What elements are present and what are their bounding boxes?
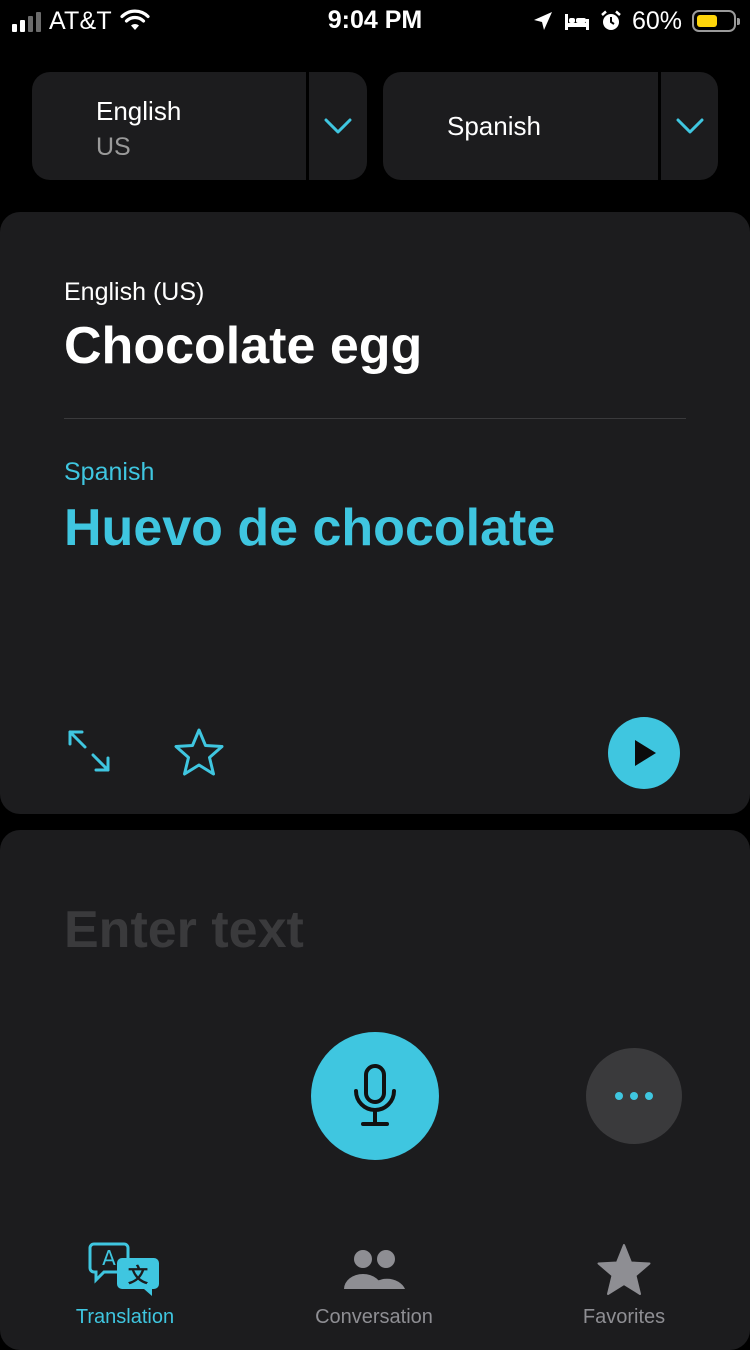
tab-translation[interactable]: A 文 Translation (0, 1240, 250, 1334)
play-icon (635, 740, 656, 766)
svg-text:文: 文 (128, 1263, 149, 1287)
target-language-label: Spanish (64, 458, 155, 486)
status-bar: AT&T 9:04 PM 60% (0, 0, 750, 44)
sleep-bed-icon (564, 14, 589, 30)
source-language-name: English (96, 96, 182, 126)
battery-fill (697, 15, 717, 27)
tab-favorites-label: Favorites (582, 1306, 666, 1328)
status-right: 60% (532, 6, 740, 36)
more-icon (615, 1092, 623, 1100)
svg-text:A: A (102, 1246, 116, 1270)
target-language-dropdown[interactable] (661, 72, 718, 180)
play-button[interactable] (608, 717, 680, 789)
source-language-selector[interactable]: English US (32, 72, 367, 180)
source-language-region: US (96, 133, 131, 161)
text-input-placeholder[interactable]: Enter text (64, 900, 304, 960)
more-button[interactable] (586, 1048, 682, 1144)
divider (64, 418, 686, 419)
chevron-down-icon (676, 118, 703, 134)
tab-favorites[interactable]: Favorites (499, 1240, 749, 1334)
expand-icon[interactable] (66, 728, 112, 774)
favorites-star-icon (597, 1244, 651, 1295)
conversation-icon (344, 1250, 405, 1289)
chevron-down-icon (324, 118, 352, 134)
tab-conversation[interactable]: Conversation (249, 1240, 499, 1334)
source-language-button[interactable]: English US (32, 72, 306, 180)
battery-percent: 60% (631, 6, 682, 35)
alarm-icon (601, 10, 621, 30)
translation-card: English (US) Chocolate egg Spanish Huevo… (0, 212, 750, 814)
favorite-star-icon[interactable] (173, 727, 225, 777)
microphone-icon (354, 1064, 396, 1126)
source-text[interactable]: Chocolate egg (64, 316, 422, 376)
target-language-name: Spanish (447, 111, 541, 141)
source-language-dropdown[interactable] (309, 72, 367, 180)
source-language-label: English (US) (64, 278, 205, 306)
location-icon (533, 12, 552, 30)
battery-icon (692, 10, 740, 32)
translated-text[interactable]: Huevo de chocolate (64, 498, 555, 558)
tab-translation-label: Translation (75, 1306, 175, 1328)
microphone-button[interactable] (311, 1032, 439, 1160)
translation-icon: A 文 (88, 1242, 159, 1296)
tab-conversation-label: Conversation (315, 1306, 433, 1328)
target-language-button[interactable]: Spanish (383, 72, 658, 180)
target-language-selector[interactable]: Spanish (383, 72, 718, 180)
